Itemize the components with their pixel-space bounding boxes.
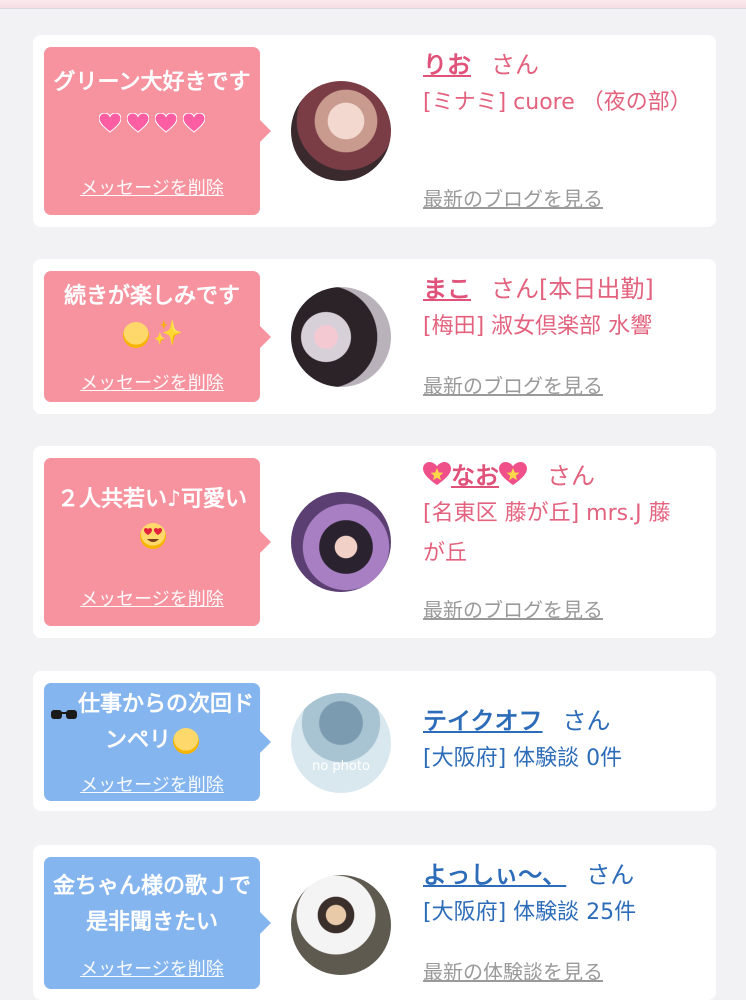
store-info: [ミナミ] cuore （夜の部）: [423, 90, 692, 115]
sparkling-heart-icon: [423, 460, 451, 485]
list-item: 金ちゃん様の歌Ｊで是非聞きたい メッセージを削除 よっしぃ〜、 さん [大阪府] …: [33, 845, 716, 1000]
message-text: グリーン大好きです: [50, 65, 254, 137]
avatar[interactable]: [291, 81, 391, 181]
user-name-link[interactable]: りお: [423, 51, 471, 79]
list-item: 仕事からの次回ドンペリ メッセージを削除 no photo テイクオフ さん [大…: [33, 671, 716, 811]
list-item: 続きが楽しみです ✨ メッセージを削除 まこ さん[本日出勤] [梅田] 淑女倶楽…: [33, 259, 716, 414]
growing-heart-icon: [98, 109, 122, 133]
user-name-link[interactable]: よっしぃ〜、: [423, 861, 566, 889]
name-line: りお さん: [423, 47, 700, 83]
message-label: グリーン大好きです: [53, 70, 251, 95]
message-text: 金ちゃん様の歌Ｊで是非聞きたい: [50, 869, 254, 941]
message-bubble: ２人共若い♪可愛い メッセージを削除: [44, 458, 271, 626]
honorific: さん: [491, 51, 539, 79]
experience-info: [大阪府] 体験談 25件: [423, 900, 637, 925]
message-text: ２人共若い♪可愛い: [50, 482, 254, 554]
name-line: まこ さん[本日出勤]: [423, 271, 700, 307]
user-name-link[interactable]: テイクオフ: [423, 707, 543, 735]
delete-message-link[interactable]: メッセージを削除: [44, 585, 260, 611]
sparkles-icon: ✨: [153, 319, 183, 347]
message-text: 続きが楽しみです ✨: [50, 279, 254, 353]
heart-eyes-face-icon: [140, 523, 166, 549]
honorific: さん[本日出勤]: [491, 275, 654, 303]
avatar[interactable]: [291, 492, 391, 592]
message-bubble: 仕事からの次回ドンペリ メッセージを削除: [44, 683, 271, 801]
message-label: 続きが楽しみです: [63, 284, 240, 309]
user-info: テイクオフ さん [大阪府] 体験談 0件: [423, 703, 700, 779]
user-info: よっしぃ〜、 さん [大阪府] 体験談 25件: [423, 857, 700, 933]
sparkling-heart-icon: [499, 460, 527, 485]
latest-blog-link[interactable]: 最新のブログを見る: [423, 594, 603, 623]
message-bubble: 金ちゃん様の歌Ｊで是非聞きたい メッセージを削除: [44, 857, 271, 989]
latest-blog-link[interactable]: 最新のブログを見る: [423, 183, 603, 212]
message-label: 金ちゃん様の歌Ｊで是非聞きたい: [52, 874, 251, 935]
growing-heart-icon: [182, 109, 206, 133]
growing-heart-icon: [154, 109, 178, 133]
user-info: なお さん [名東区 藤が丘] mrs.J 藤が丘: [423, 458, 700, 574]
growing-heart-icon: [126, 109, 150, 133]
list-item: ２人共若い♪可愛い メッセージを削除 なお さん [名東区 藤が丘] mrs.J …: [33, 446, 716, 638]
sunglasses-icon: [50, 698, 78, 719]
top-bar: [0, 0, 746, 9]
delete-message-link[interactable]: メッセージを削除: [44, 369, 260, 395]
avatar[interactable]: [291, 875, 391, 975]
message-bubble: グリーン大好きです メッセージを削除: [44, 47, 271, 215]
delete-message-link[interactable]: メッセージを削除: [44, 955, 260, 981]
message-text: 仕事からの次回ドンペリ: [50, 687, 254, 759]
message-bubble: 続きが楽しみです ✨ メッセージを削除: [44, 271, 271, 402]
honorific: さん: [586, 861, 635, 889]
name-line: よっしぃ〜、 さん: [423, 857, 700, 893]
user-info: まこ さん[本日出勤] [梅田] 淑女倶楽部 水響: [423, 271, 700, 347]
avatar[interactable]: no photo: [291, 693, 391, 793]
smiling-face-icon: [173, 728, 199, 754]
list-item: グリーン大好きです メッセージを削除 りお さん [ミナミ] cuore （夜の部…: [33, 35, 716, 227]
user-name-link[interactable]: なお: [423, 462, 527, 490]
smiling-face-icon: [123, 322, 150, 348]
latest-experience-link[interactable]: 最新の体験談を見る: [423, 956, 603, 985]
delete-message-link[interactable]: メッセージを削除: [44, 174, 260, 200]
name-line: なお さん: [423, 458, 700, 494]
delete-message-link[interactable]: メッセージを削除: [44, 771, 260, 797]
honorific: さん: [562, 707, 611, 735]
user-name-label: なお: [451, 462, 499, 490]
message-label: 仕事からの次回ドンペリ: [78, 692, 255, 753]
user-info: りお さん [ミナミ] cuore （夜の部）: [423, 47, 700, 123]
message-label: ２人共若い♪可愛い: [56, 487, 248, 512]
user-name-link[interactable]: まこ: [423, 275, 471, 303]
no-photo-text: no photo: [312, 759, 370, 774]
latest-blog-link[interactable]: 最新のブログを見る: [423, 370, 603, 399]
name-line: テイクオフ さん: [423, 703, 700, 739]
honorific: さん: [547, 462, 595, 490]
store-info: [名東区 藤が丘] mrs.J 藤が丘: [423, 501, 671, 566]
avatar[interactable]: [291, 287, 391, 387]
experience-info: [大阪府] 体験談 0件: [423, 746, 623, 771]
store-info: [梅田] 淑女倶楽部 水響: [423, 314, 653, 339]
